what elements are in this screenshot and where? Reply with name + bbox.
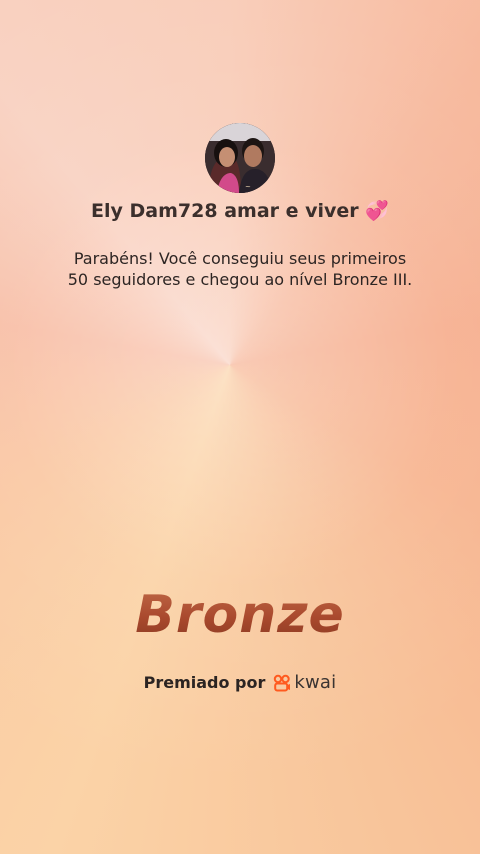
- kwai-logo-icon: [274, 674, 291, 691]
- svg-text:~: ~: [245, 183, 251, 191]
- kwai-brand: kwai: [273, 672, 336, 693]
- congratulations-message: Parabéns! Você conseguiu seus primeiros …: [40, 248, 440, 290]
- level-title: Bronze: [0, 585, 480, 645]
- username: Ely Dam728 amar e viver 💞: [91, 200, 389, 222]
- kwai-brand-name: kwai: [294, 672, 337, 693]
- avatar-photo-icon: ~: [205, 123, 275, 193]
- achievement-screen: ~ Ely Dam728 amar e viver 💞 Parabéns! Vo…: [0, 0, 480, 854]
- message-line-2: 50 seguidores e chegou ao nível Bronze I…: [67, 270, 413, 289]
- message-line-1: Parabéns! Você conseguiu seus primeiros: [73, 249, 407, 268]
- avatar[interactable]: ~: [205, 123, 275, 193]
- awarded-by-row: Premiado por kwai: [0, 672, 480, 693]
- awarded-by-label: Premiado por: [143, 673, 266, 692]
